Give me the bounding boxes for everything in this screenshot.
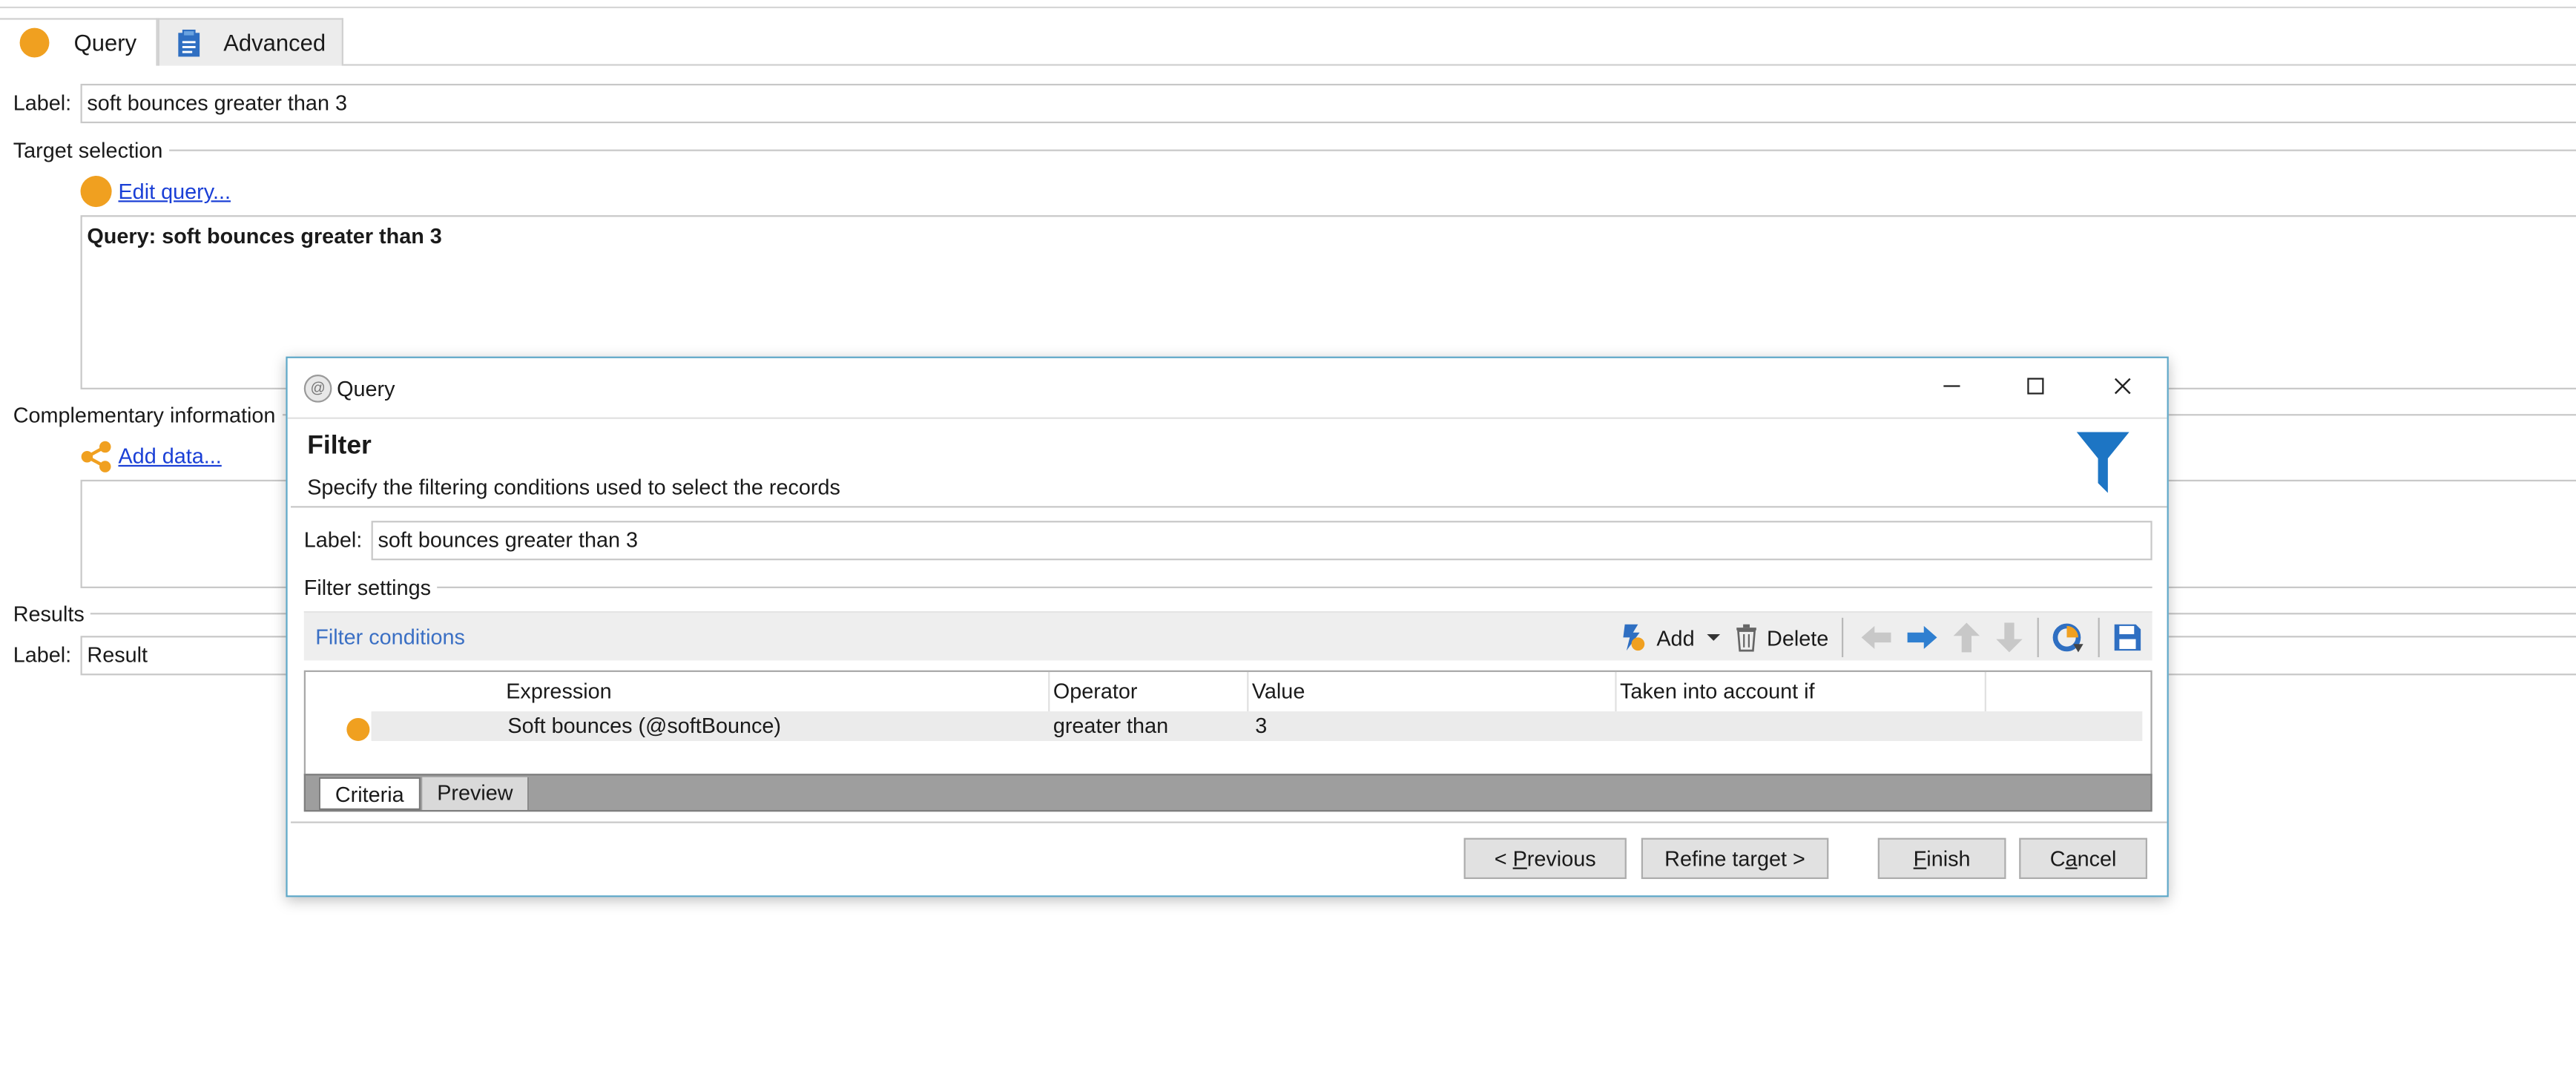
query-summary-text: Query: soft bounces greater than 3 <box>87 223 442 248</box>
section-rule <box>437 585 2152 587</box>
dialog-subheading: Specify the filtering conditions used to… <box>307 475 840 500</box>
maximize-button[interactable] <box>2015 368 2058 404</box>
filter-settings-section: Filter settings <box>304 573 2152 599</box>
dialog-titlebar: @ Query <box>288 358 2167 418</box>
delete-label: Delete <box>1767 625 1829 651</box>
tab-query-label: Query <box>73 29 137 56</box>
conditions-grid: Expression Operator Value Taken into acc… <box>303 670 2152 776</box>
row-operator: greater than <box>1053 713 1169 738</box>
label-input[interactable]: soft bounces greater than 3 <box>80 83 2576 124</box>
filter-funnel-icon <box>2076 432 2129 493</box>
move-down-button[interactable] <box>1994 621 2024 653</box>
previous-accesskey: P <box>1512 846 1527 871</box>
query-dialog: @ Query Filter Specify the filtering con… <box>286 356 2169 898</box>
tab-query[interactable]: Query <box>0 18 158 66</box>
titlebar-divider <box>287 417 2167 419</box>
target-selection-title: Target selection <box>13 136 163 162</box>
filter-conditions-title: Filter conditions <box>315 624 465 649</box>
arrow-up-icon <box>1953 622 1980 653</box>
close-icon <box>2114 378 2131 395</box>
edit-query-link[interactable]: Edit query... <box>118 179 231 203</box>
dialog-title: Query <box>337 375 395 401</box>
label-caption: Label: <box>13 90 72 116</box>
cancel-accesskey: a <box>2065 846 2078 871</box>
trash-icon <box>1737 624 1757 652</box>
bottom-tabbar: Criteria Preview <box>303 774 2152 812</box>
app-window: Query Advanced Label: soft bounces great… <box>0 0 2576 1079</box>
tab-preview[interactable]: Preview <box>422 777 530 810</box>
dialog-label-input[interactable]: soft bounces greater than 3 <box>371 521 2152 561</box>
maximize-icon <box>2027 378 2044 395</box>
filter-toolbar: Filter conditions Add Delete <box>303 610 2152 662</box>
app-icon: @ <box>303 373 332 402</box>
column-header-operator[interactable]: Operator <box>1050 671 1249 712</box>
minimize-icon <box>1943 385 1960 387</box>
results-label-caption: Label: <box>13 642 72 668</box>
grid-header: Expression Operator Value Taken into acc… <box>306 671 2150 712</box>
filter-settings-title: Filter settings <box>303 574 432 599</box>
distribution-button[interactable] <box>2052 621 2085 653</box>
finish-rest: inish <box>1926 846 1971 871</box>
delete-button[interactable]: Delete <box>1736 622 1828 652</box>
tab-advanced-label: Advanced <box>223 29 326 56</box>
target-selection-section: Target selection <box>13 136 2576 162</box>
finish-button[interactable]: Finish <box>1877 837 2006 880</box>
query-icon <box>80 176 112 208</box>
footer-divider <box>291 821 2167 823</box>
previous-rest: revious <box>1526 846 1596 871</box>
tab-criteria[interactable]: Criteria <box>318 777 421 810</box>
cancel-prefix: C <box>2049 846 2066 871</box>
previous-prefix: < <box>1494 846 1513 871</box>
pie-chart-icon <box>2052 623 2083 653</box>
add-data-link[interactable]: Add data... <box>118 444 221 468</box>
dialog-label-caption: Label: <box>303 527 363 553</box>
arrow-left-icon <box>1861 625 1891 649</box>
move-left-button[interactable] <box>1859 625 1892 651</box>
close-button[interactable] <box>2101 368 2144 404</box>
save-icon <box>2114 624 2141 651</box>
column-header-value[interactable]: Value <box>1248 671 1617 712</box>
column-header-expression[interactable]: Expression <box>503 671 1050 712</box>
refine-target-button[interactable]: Refine target > <box>1641 837 1829 880</box>
cancel-rest: ncel <box>2077 846 2117 871</box>
finish-accesskey: F <box>1913 846 1927 871</box>
move-right-button[interactable] <box>1905 625 1938 651</box>
header-divider <box>291 506 2167 508</box>
query-icon <box>19 27 50 58</box>
toolbar-divider <box>1842 617 1844 657</box>
top-divider <box>0 6 2576 9</box>
row-value: 3 <box>1255 713 1268 738</box>
tab-advanced[interactable]: Advanced <box>157 18 343 66</box>
share-nodes-icon <box>81 441 111 472</box>
table-row[interactable]: Soft bounces (@softBounce) greater than … <box>371 711 2143 741</box>
section-rule <box>169 148 2576 151</box>
toolbar-divider <box>2098 617 2100 657</box>
add-button[interactable]: Add <box>1621 622 1723 652</box>
toolbar-divider <box>2037 617 2039 657</box>
toolbar-actions: Add Delete <box>1607 613 2142 662</box>
results-title: Results <box>13 600 85 625</box>
add-condition-icon <box>1624 624 1645 651</box>
cancel-button[interactable]: Ca ncel <box>2019 837 2148 880</box>
dialog-heading: Filter <box>307 432 372 461</box>
tab-divider <box>343 64 2576 66</box>
row-expression: Soft bounces (@softBounce) <box>507 713 782 738</box>
column-header-taken-into-account-if[interactable]: Taken into account if <box>1617 671 1986 712</box>
chevron-down-icon[interactable] <box>1706 631 1722 645</box>
save-button[interactable] <box>2112 622 2142 652</box>
previous-button[interactable]: < Previous <box>1463 837 1627 880</box>
move-up-button[interactable] <box>1951 621 1981 653</box>
arrow-down-icon <box>1996 622 2023 653</box>
add-label: Add <box>1656 625 1695 651</box>
complementary-info-title: Complementary information <box>13 401 276 427</box>
clipboard-icon <box>178 28 200 56</box>
condition-icon <box>346 717 370 741</box>
arrow-right-icon <box>1907 625 1937 649</box>
minimize-button[interactable] <box>1931 368 1974 404</box>
